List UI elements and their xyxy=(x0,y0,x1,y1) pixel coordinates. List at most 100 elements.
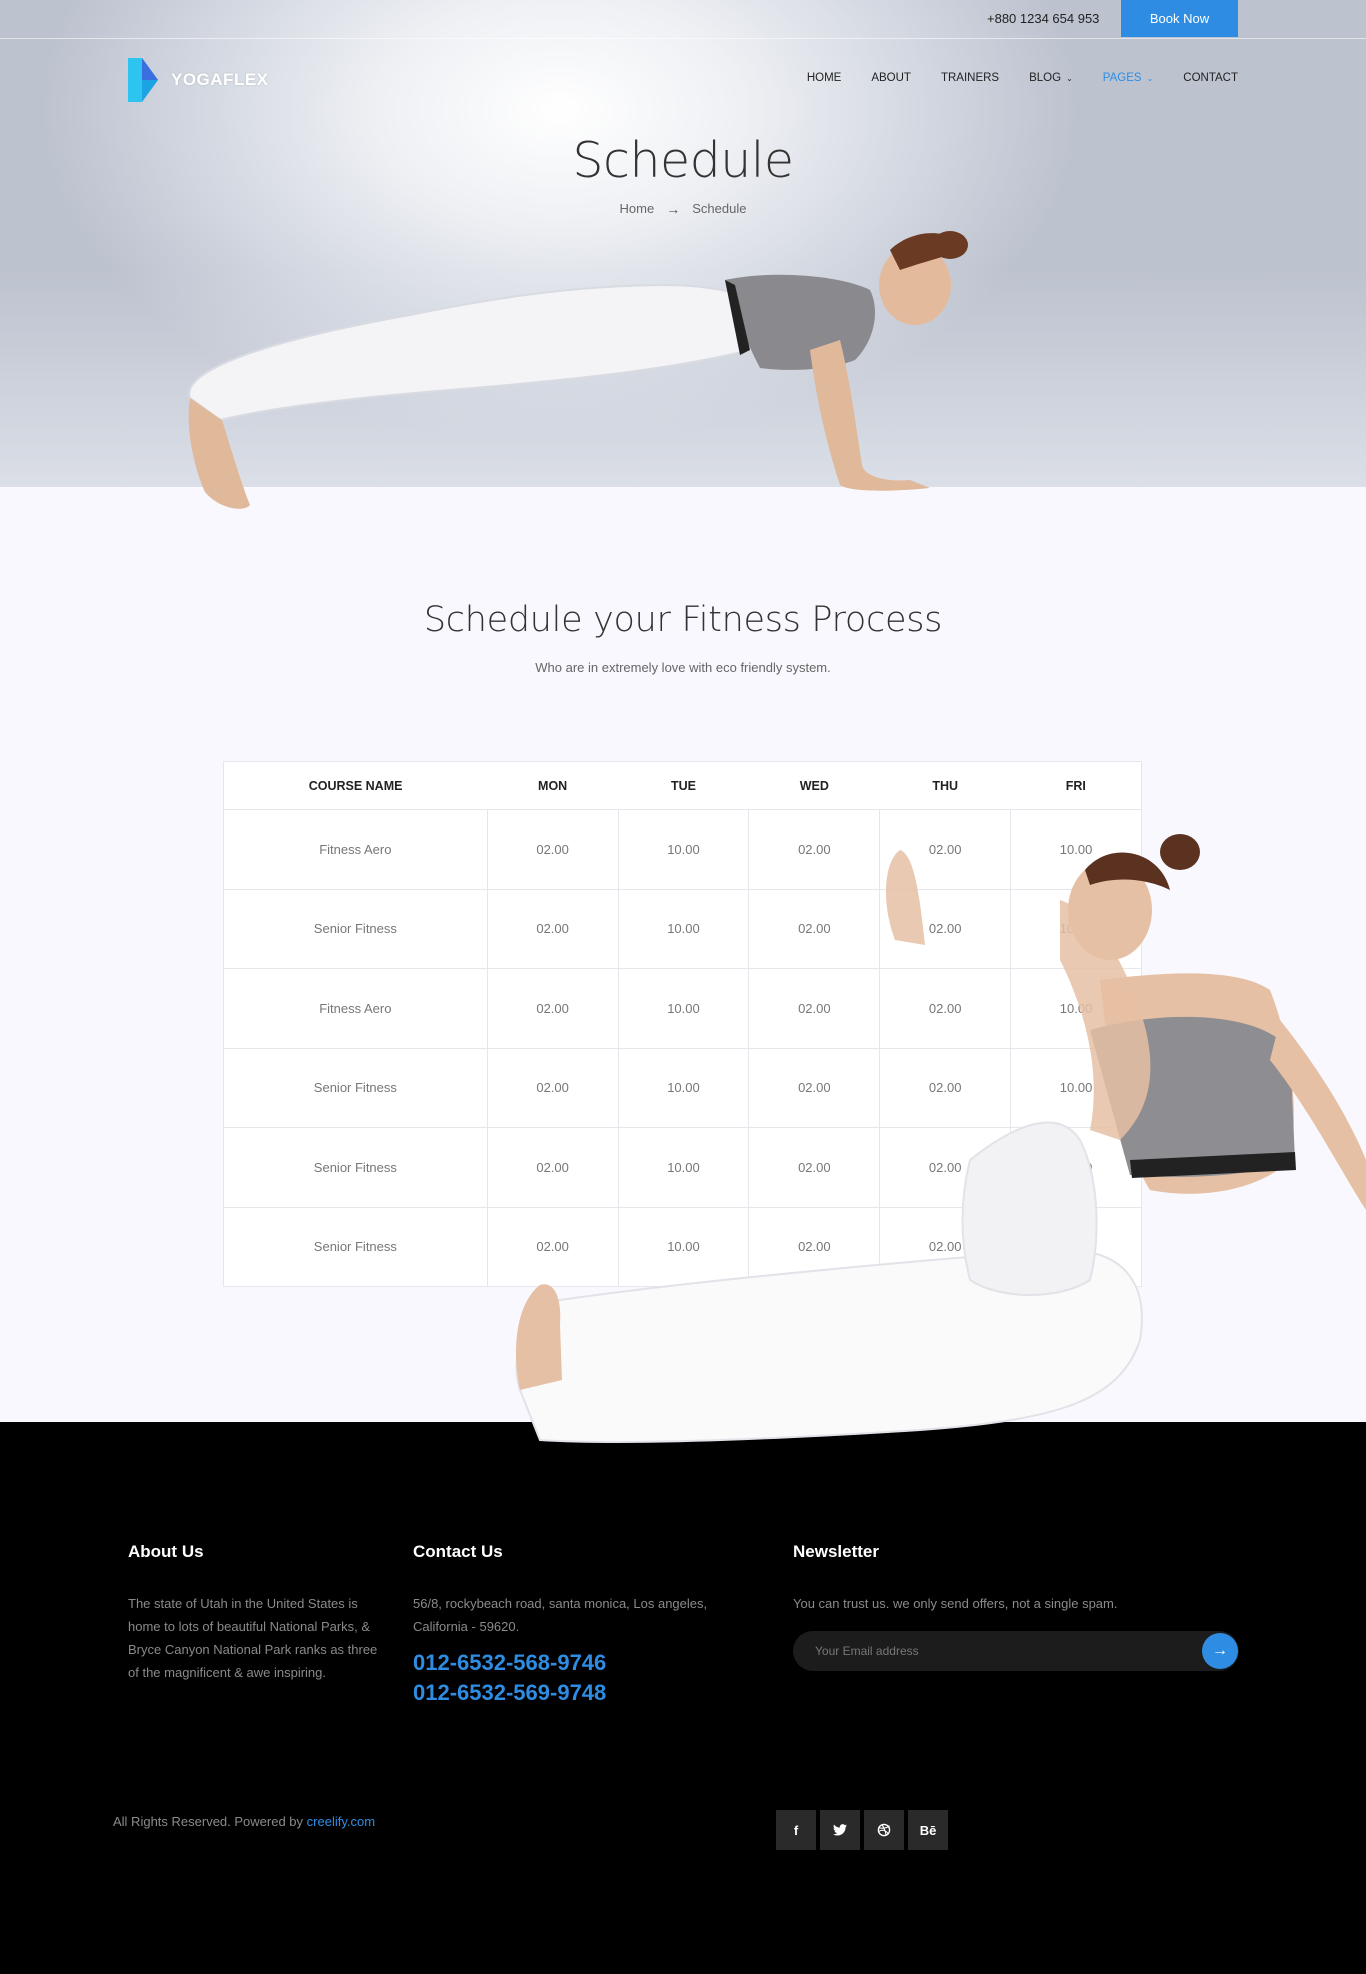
behance-icon[interactable]: Bē xyxy=(908,1810,948,1850)
course-name-cell: Senior Fitness xyxy=(223,888,488,969)
table-row: Senior Fitness 02.00 10.00 02.00 02.00 1… xyxy=(223,1047,1142,1128)
social-links: f Bē xyxy=(776,1810,948,1850)
footer-about-title: About Us xyxy=(128,1542,204,1561)
time-cell: 10.00 xyxy=(1010,1047,1142,1128)
time-cell: 10.00 xyxy=(1010,1206,1142,1287)
column-header: TUE xyxy=(618,761,749,810)
nav-pages-label: PAGES xyxy=(1102,72,1142,84)
subscribe-arrow-button[interactable]: → xyxy=(1202,1633,1238,1669)
time-cell: 10.00 xyxy=(1010,888,1142,969)
chevron-down-icon: ⌄ xyxy=(1066,73,1073,83)
time-cell: 02.00 xyxy=(748,888,881,969)
copyright-link[interactable]: creelify.com xyxy=(307,1814,375,1829)
nav-pages[interactable]: PAGES ⌄ xyxy=(1103,72,1153,84)
column-header: FRI xyxy=(1010,761,1142,810)
course-name-cell: Fitness Aero xyxy=(223,968,488,1049)
time-cell: 10.00 xyxy=(617,1047,750,1128)
chevron-down-icon: ⌄ xyxy=(1146,73,1154,83)
facebook-icon[interactable]: f xyxy=(776,1810,816,1850)
course-name-cell: Senior Fitness xyxy=(223,1127,488,1208)
course-name-cell: Fitness Aero xyxy=(223,809,488,890)
time-cell: 10.00 xyxy=(617,1127,750,1208)
phone-number[interactable]: +880 1234 654 953 xyxy=(987,11,1099,26)
column-header: COURSE NAME xyxy=(223,761,488,810)
footer-phone-1[interactable]: 012-6532-568-9746 xyxy=(413,1648,743,1678)
dribbble-icon[interactable] xyxy=(864,1810,904,1850)
footer-contact: Contact Us 56/8, rockybeach road, santa … xyxy=(413,1542,743,1708)
time-cell: 10.00 xyxy=(617,1206,750,1287)
footer-phone-2[interactable]: 012-6532-569-9748 xyxy=(413,1678,743,1708)
column-header: MON xyxy=(487,761,619,810)
email-input[interactable] xyxy=(793,1631,1173,1671)
time-cell: 02.00 xyxy=(748,809,881,890)
twitter-icon[interactable] xyxy=(820,1810,860,1850)
copyright-text: All Rights Reserved. Powered by xyxy=(113,1814,307,1829)
table-row: Senior Fitness 02.00 10.00 02.00 02.00 1… xyxy=(223,1206,1142,1287)
main-nav: HOME ABOUT TRAINERS BLOG ⌄ PAGES ⌄ CONTACT xyxy=(807,72,1238,84)
table-row: Senior Fitness 02.00 10.00 02.00 02.00 1… xyxy=(223,1127,1142,1208)
nav-blog-label: BLOG xyxy=(1029,72,1062,84)
logo-icon xyxy=(128,58,158,102)
nav-about[interactable]: ABOUT xyxy=(871,72,911,84)
time-cell: 02.00 xyxy=(748,1047,881,1128)
breadcrumb-current: Schedule xyxy=(692,201,747,216)
table-row: Fitness Aero 02.00 10.00 02.00 02.00 10.… xyxy=(223,809,1142,890)
time-cell: 02.00 xyxy=(879,1047,1012,1128)
nav-contact-label: CONTACT xyxy=(1183,72,1238,84)
section-subtitle: Who are in extremely love with eco frien… xyxy=(535,660,831,675)
footer-contact-title: Contact Us xyxy=(413,1542,503,1561)
nav-contact[interactable]: CONTACT xyxy=(1183,72,1238,84)
time-cell: 10.00 xyxy=(1010,1127,1142,1208)
schedule-table: COURSE NAME MON TUE WED THU FRI Fitness … xyxy=(223,761,1142,1287)
brand-name: YOGAFLEX xyxy=(171,70,269,89)
time-cell: 10.00 xyxy=(1010,809,1142,890)
time-cell: 02.00 xyxy=(748,968,881,1049)
yoga-plank-photo xyxy=(188,231,968,509)
book-now-button[interactable]: Book Now xyxy=(1121,0,1238,37)
time-cell: 02.00 xyxy=(748,1127,881,1208)
copyright: All Rights Reserved. Powered by creelify… xyxy=(113,1814,375,1829)
logo[interactable]: YOGAFLEX xyxy=(128,58,269,102)
time-cell: 10.00 xyxy=(1010,968,1142,1049)
footer-newsletter-text: You can trust us. we only send offers, n… xyxy=(793,1596,1118,1611)
breadcrumb-home[interactable]: Home xyxy=(620,201,655,217)
column-header: THU xyxy=(879,761,1011,810)
time-cell: 02.00 xyxy=(486,1206,619,1287)
nav-home-label: HOME xyxy=(806,72,842,84)
time-cell: 02.00 xyxy=(486,809,619,890)
column-header: WED xyxy=(748,761,880,810)
time-cell: 02.00 xyxy=(486,968,619,1049)
time-cell: 02.00 xyxy=(748,1206,881,1287)
time-cell: 02.00 xyxy=(879,968,1012,1049)
footer-about: About Us The state of Utah in the United… xyxy=(128,1542,378,1684)
time-cell: 10.00 xyxy=(617,809,750,890)
nav-blog[interactable]: BLOG ⌄ xyxy=(1029,72,1073,84)
course-name-cell: Senior Fitness xyxy=(223,1206,488,1287)
time-cell: 02.00 xyxy=(879,1206,1012,1287)
time-cell: 02.00 xyxy=(486,1047,619,1128)
arrow-right-icon: → xyxy=(666,201,681,217)
hero-banner: +880 1234 654 953 Book Now YOGAFLEX HOME… xyxy=(0,0,1366,509)
nav-about-label: ABOUT xyxy=(871,72,911,84)
nav-trainers-label: TRAINERS xyxy=(940,72,1000,84)
time-cell: 02.00 xyxy=(486,888,619,969)
breadcrumb: Home → Schedule xyxy=(0,201,1366,217)
time-cell: 02.00 xyxy=(486,1127,619,1208)
time-cell: 02.00 xyxy=(879,888,1012,969)
footer-address: 56/8, rockybeach road, santa monica, Los… xyxy=(413,1596,708,1634)
nav-home[interactable]: HOME xyxy=(807,72,842,84)
table-row: Senior Fitness 02.00 10.00 02.00 02.00 1… xyxy=(223,888,1142,969)
time-cell: 10.00 xyxy=(617,968,750,1049)
footer-about-text: The state of Utah in the United States i… xyxy=(128,1596,378,1680)
top-bar: +880 1234 654 953 Book Now xyxy=(0,0,1366,39)
time-cell: 02.00 xyxy=(879,809,1012,890)
nav-trainers[interactable]: TRAINERS xyxy=(941,72,999,84)
page-title: Schedule xyxy=(572,132,794,189)
time-cell: 10.00 xyxy=(617,888,750,969)
newsletter-form: → xyxy=(793,1631,1239,1671)
table-header-row: COURSE NAME MON TUE WED THU FRI xyxy=(223,761,1142,810)
footer: About Us The state of Utah in the United… xyxy=(0,1422,1366,1974)
table-row: Fitness Aero 02.00 10.00 02.00 02.00 10.… xyxy=(223,968,1142,1049)
footer-newsletter-title: Newsletter xyxy=(793,1542,879,1561)
footer-newsletter: Newsletter You can trust us. we only sen… xyxy=(793,1542,1243,1671)
